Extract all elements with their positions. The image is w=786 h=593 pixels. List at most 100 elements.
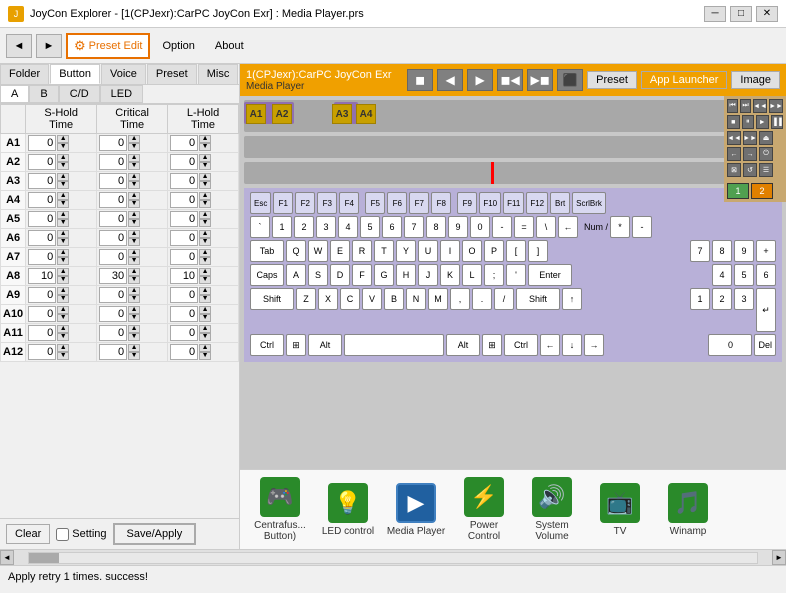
key-a1[interactable]: A1 [246,104,266,124]
key-v[interactable]: V [362,288,382,310]
key-up[interactable]: ↑ [562,288,582,310]
key-6[interactable]: 6 [382,216,402,238]
sub-tab-led[interactable]: LED [100,85,143,103]
key-num-9[interactable]: 9 [734,240,754,262]
scroll-left-arrow[interactable]: ◄ [0,550,14,565]
forward-button[interactable]: ► [36,34,62,58]
key-h[interactable]: H [396,264,416,286]
sub-tab-b[interactable]: B [29,85,58,103]
key-num-star[interactable]: * [610,216,630,238]
key-ralt[interactable]: Alt [446,334,480,356]
key-o[interactable]: O [462,240,482,262]
key-1[interactable]: 1 [272,216,292,238]
key-9[interactable]: 9 [448,216,468,238]
app-icon-tv[interactable]: 📺 TV [590,483,650,537]
key-lctrl[interactable]: Ctrl [250,334,284,356]
key-minus[interactable]: - [492,216,512,238]
key-f7[interactable]: F7 [409,192,429,214]
key-f5[interactable]: F5 [365,192,385,214]
media-btn-menu[interactable]: ☰ [759,163,773,177]
key-a4[interactable]: A4 [356,104,376,124]
key-f3[interactable]: F3 [317,192,337,214]
key-comma[interactable]: , [450,288,470,310]
key-f6[interactable]: F6 [387,192,407,214]
key-space[interactable] [344,334,444,356]
key-period[interactable]: . [472,288,492,310]
minimize-button[interactable]: ─ [704,6,726,22]
key-quote[interactable]: ' [506,264,526,286]
key-t[interactable]: T [374,240,394,262]
key-m[interactable]: M [428,288,448,310]
key-y[interactable]: Y [396,240,416,262]
key-tab[interactable]: Tab [250,240,284,262]
key-lshift[interactable]: Shift [250,288,294,310]
key-num-7[interactable]: 7 [690,240,710,262]
app-icon-power[interactable]: ⚡ Power Control [454,477,514,542]
media-btn-left[interactable]: ← [727,147,741,161]
app-icon-led[interactable]: 💡 LED control [318,483,378,537]
key-0[interactable]: 0 [470,216,490,238]
key-d[interactable]: D [330,264,350,286]
key-s[interactable]: S [308,264,328,286]
icon-btn-1[interactable]: ◼ [407,69,433,91]
key-lalt[interactable]: Alt [308,334,342,356]
media-btn-prev-prev[interactable]: ⏮ [727,99,738,113]
tab-button[interactable]: Button [50,64,100,84]
key-num-enter[interactable]: ↵ [756,288,776,332]
right-tab-app-launcher[interactable]: App Launcher [641,71,728,89]
media-btn-x[interactable]: ⊠ [727,163,741,177]
key-num-4[interactable]: 4 [712,264,732,286]
sub-tab-a[interactable]: A [0,85,29,103]
media-btn-rw[interactable]: ◄◄ [753,99,767,113]
key-caps[interactable]: Caps [250,264,284,286]
media-btn-rw2[interactable]: ◄◄ [727,131,741,145]
key-num-minus[interactable]: - [632,216,652,238]
key-4[interactable]: 4 [338,216,358,238]
key-j[interactable]: J [418,264,438,286]
key-f9[interactable]: F9 [457,192,477,214]
key-2[interactable]: 2 [294,216,314,238]
app-icon-winamp[interactable]: 🎵 Winamp [658,483,718,537]
key-z[interactable]: Z [296,288,316,310]
key-i[interactable]: I [440,240,460,262]
key-a2[interactable]: A2 [272,104,292,124]
key-k[interactable]: K [440,264,460,286]
icon-btn-2[interactable]: ◀ [437,69,463,91]
media-btn-next-next[interactable]: ⏭ [740,99,751,113]
close-button[interactable]: ✕ [756,6,778,22]
key-slash[interactable]: / [494,288,514,310]
color-tab-2[interactable]: 2 [751,183,773,199]
media-btn-eject[interactable]: ⏏ [759,131,773,145]
tab-folder[interactable]: Folder [0,64,49,84]
key-3[interactable]: 3 [316,216,336,238]
key-num-6[interactable]: 6 [756,264,776,286]
key-f[interactable]: F [352,264,372,286]
key-rctrl[interactable]: Ctrl [504,334,538,356]
key-rbracket[interactable]: ] [528,240,548,262]
key-scrlbrk[interactable]: ScrlBrk [572,192,606,214]
key-esc[interactable]: Esc [250,192,271,214]
key-a[interactable]: A [286,264,306,286]
maximize-button[interactable]: □ [730,6,752,22]
icon-btn-4[interactable]: ◼◀ [497,69,523,91]
key-num-del[interactable]: Del [754,334,776,356]
key-7[interactable]: 7 [404,216,424,238]
key-num-5[interactable]: 5 [734,264,754,286]
key-rshift[interactable]: Shift [516,288,560,310]
app-icon-centrafus[interactable]: 🎮 Centrafus... Button) [250,477,310,542]
tab-voice[interactable]: Voice [101,64,146,84]
media-btn-pp[interactable]: ▐▐ [771,115,784,129]
key-backslash[interactable]: \ [536,216,556,238]
key-brt[interactable]: Brt [550,192,570,214]
media-btn-play[interactable]: ► [756,115,769,129]
key-f2[interactable]: F2 [295,192,315,214]
key-backtick[interactable]: ` [250,216,270,238]
icon-btn-6[interactable]: ⬛ [557,69,583,91]
right-tab-preset[interactable]: Preset [587,71,637,89]
key-f12[interactable]: F12 [526,192,548,214]
key-q[interactable]: Q [286,240,306,262]
key-8[interactable]: 8 [426,216,446,238]
app-icon-media[interactable]: ▶ Media Player [386,483,446,537]
option-menu[interactable]: Option [154,37,202,55]
key-c[interactable]: C [340,288,360,310]
